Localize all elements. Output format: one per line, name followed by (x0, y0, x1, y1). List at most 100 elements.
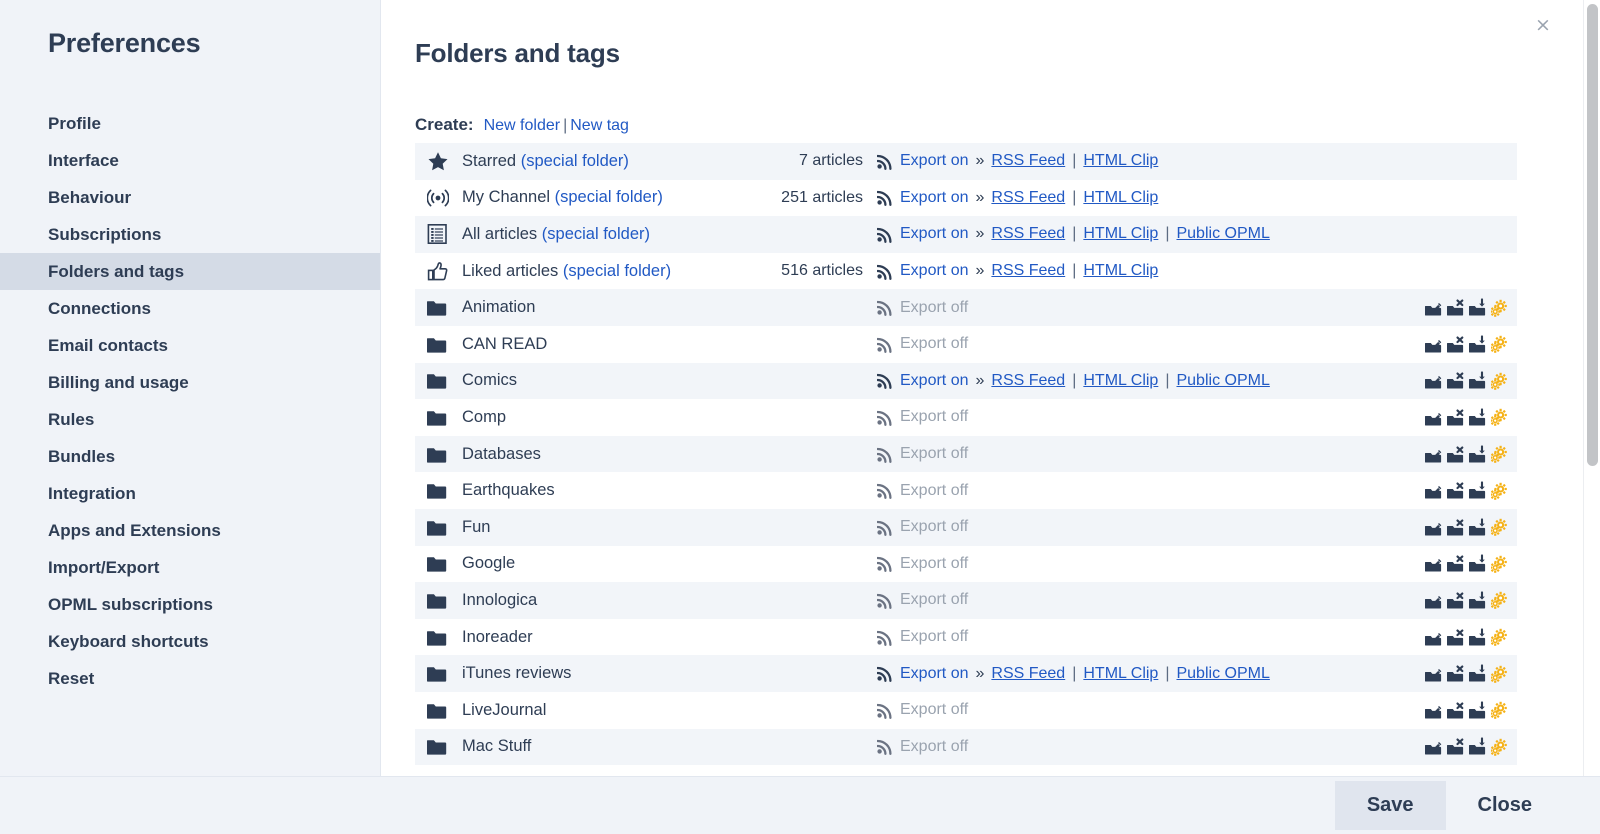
folder-delete-icon[interactable] (1446, 518, 1465, 537)
folder-settings-gear-icon[interactable] (1490, 591, 1507, 610)
main-scrollbar-thumb[interactable] (1587, 4, 1598, 466)
folder-row[interactable]: Liked articles (special folder) 516 artic… (415, 253, 1517, 290)
folder-download-icon[interactable] (1468, 481, 1487, 500)
folder-name[interactable]: LiveJournal (457, 701, 863, 720)
folder-edit-icon[interactable] (1424, 701, 1443, 720)
special-folder-label[interactable]: (special folder) (563, 262, 671, 280)
folder-name[interactable]: Starred (special folder) (457, 152, 799, 171)
close-icon[interactable]: × (1532, 14, 1554, 36)
export-on-toggle[interactable]: Export on (900, 152, 968, 170)
folder-row[interactable]: Innologica Export off (415, 582, 1517, 619)
close-button[interactable]: Close (1446, 781, 1564, 830)
export-on-toggle[interactable]: Export on (900, 665, 968, 683)
folder-settings-gear-icon[interactable] (1490, 408, 1507, 427)
sidebar-item-apps-and-extensions[interactable]: Apps and Extensions (0, 512, 380, 549)
sidebar-item-interface[interactable]: Interface (0, 142, 380, 179)
folder-settings-gear-icon[interactable] (1490, 299, 1507, 317)
folder-row[interactable]: My Channel (special folder) 251 articles E… (415, 180, 1517, 217)
html-clip-link[interactable]: HTML Clip (1083, 665, 1158, 683)
folder-delete-icon[interactable] (1446, 298, 1465, 317)
folder-name[interactable]: Comics (457, 371, 863, 390)
folder-download-icon[interactable] (1468, 554, 1487, 573)
folder-row[interactable]: Mac Stuff Export off (415, 728, 1517, 766)
folder-delete-icon[interactable] (1446, 554, 1465, 573)
folder-edit-icon[interactable] (1424, 335, 1443, 354)
export-off-toggle[interactable]: Export off (900, 591, 968, 609)
export-off-toggle[interactable]: Export off (900, 518, 968, 536)
folder-name[interactable]: Comp (457, 408, 863, 427)
folder-edit-icon[interactable] (1424, 298, 1443, 317)
folder-settings-gear-icon[interactable] (1490, 701, 1507, 720)
sidebar-item-keyboard-shortcuts[interactable]: Keyboard shortcuts (0, 623, 380, 660)
folder-row[interactable]: CAN READ Export off (415, 326, 1517, 363)
html-clip-link[interactable]: HTML Clip (1083, 152, 1158, 170)
export-off-toggle[interactable]: Export off (900, 701, 968, 719)
folder-delete-icon[interactable] (1446, 481, 1465, 500)
sidebar-item-subscriptions[interactable]: Subscriptions (0, 216, 380, 253)
folder-download-icon[interactable] (1468, 701, 1487, 720)
sidebar-item-email-contacts[interactable]: Email contacts (0, 327, 380, 364)
folder-edit-icon[interactable] (1424, 554, 1443, 573)
html-clip-link[interactable]: HTML Clip (1083, 225, 1158, 243)
folder-row[interactable]: Earthquakes Export off (415, 472, 1517, 509)
html-clip-link[interactable]: HTML Clip (1083, 262, 1158, 280)
folder-row[interactable]: LiveJournal Export off (415, 692, 1517, 729)
folder-edit-icon[interactable] (1424, 628, 1443, 647)
folder-download-icon[interactable] (1468, 591, 1487, 610)
export-off-toggle[interactable]: Export off (900, 335, 968, 353)
export-off-toggle[interactable]: Export off (900, 482, 968, 500)
sidebar-item-behaviour[interactable]: Behaviour (0, 179, 380, 216)
folder-edit-icon[interactable] (1424, 591, 1443, 610)
folder-row[interactable]: Google Export off (415, 546, 1517, 583)
sidebar-item-import-export[interactable]: Import/Export (0, 549, 380, 586)
folder-delete-icon[interactable] (1446, 591, 1465, 610)
folder-row[interactable]: Inoreader Export off (415, 619, 1517, 656)
rss-feed-link[interactable]: RSS Feed (991, 189, 1065, 207)
folder-row[interactable]: Comics Export on » RSS Feed | HTML Clip | Publi… (415, 362, 1517, 400)
sidebar-item-connections[interactable]: Connections (0, 290, 380, 327)
special-folder-label[interactable]: (special folder) (521, 152, 629, 170)
folder-settings-gear-icon[interactable] (1490, 335, 1507, 354)
save-button[interactable]: Save (1334, 781, 1446, 830)
folder-settings-gear-icon[interactable] (1490, 738, 1507, 756)
folder-name[interactable]: Mac Stuff (457, 737, 863, 756)
folder-name[interactable]: Fun (457, 518, 863, 537)
sidebar-item-bundles[interactable]: Bundles (0, 438, 380, 475)
new-tag-link[interactable]: New tag (570, 117, 629, 134)
html-clip-link[interactable]: HTML Clip (1083, 372, 1158, 390)
folder-download-icon[interactable] (1468, 298, 1487, 317)
folder-edit-icon[interactable] (1424, 737, 1443, 756)
rss-feed-link[interactable]: RSS Feed (991, 372, 1065, 390)
export-on-toggle[interactable]: Export on (900, 262, 968, 280)
folder-settings-gear-icon[interactable] (1490, 372, 1507, 390)
folder-settings-gear-icon[interactable] (1490, 482, 1507, 500)
folder-delete-icon[interactable] (1446, 737, 1465, 756)
export-off-toggle[interactable]: Export off (900, 408, 968, 426)
folder-delete-icon[interactable] (1446, 371, 1465, 390)
export-off-toggle[interactable]: Export off (900, 738, 968, 756)
folder-name[interactable]: Animation (457, 298, 863, 317)
main-scrollbar-track[interactable] (1583, 0, 1600, 776)
folder-download-icon[interactable] (1468, 408, 1487, 427)
folder-name[interactable]: All articles (special folder) (457, 225, 863, 244)
sidebar-item-profile[interactable]: Profile (0, 105, 380, 142)
sidebar-item-billing-and-usage[interactable]: Billing and usage (0, 364, 380, 401)
folder-edit-icon[interactable] (1424, 371, 1443, 390)
folder-name[interactable]: Innologica (457, 591, 863, 610)
folder-settings-gear-icon[interactable] (1490, 665, 1507, 683)
folder-download-icon[interactable] (1468, 335, 1487, 354)
folder-row[interactable]: iTunes reviews Export on » RSS Feed | HTML Cl… (415, 655, 1517, 692)
public-opml-link[interactable]: Public OPML (1176, 225, 1269, 243)
folder-name[interactable]: Inoreader (457, 628, 863, 647)
folder-delete-icon[interactable] (1446, 335, 1465, 354)
folder-row[interactable]: Animation Export off (415, 289, 1517, 326)
export-on-toggle[interactable]: Export on (900, 189, 968, 207)
export-off-toggle[interactable]: Export off (900, 628, 968, 646)
export-on-toggle[interactable]: Export on (900, 372, 968, 390)
new-folder-link[interactable]: New folder (484, 117, 560, 134)
folder-edit-icon[interactable] (1424, 481, 1443, 500)
folder-delete-icon[interactable] (1446, 664, 1465, 683)
folder-edit-icon[interactable] (1424, 518, 1443, 537)
folder-name[interactable]: CAN READ (457, 335, 863, 354)
folder-edit-icon[interactable] (1424, 408, 1443, 427)
